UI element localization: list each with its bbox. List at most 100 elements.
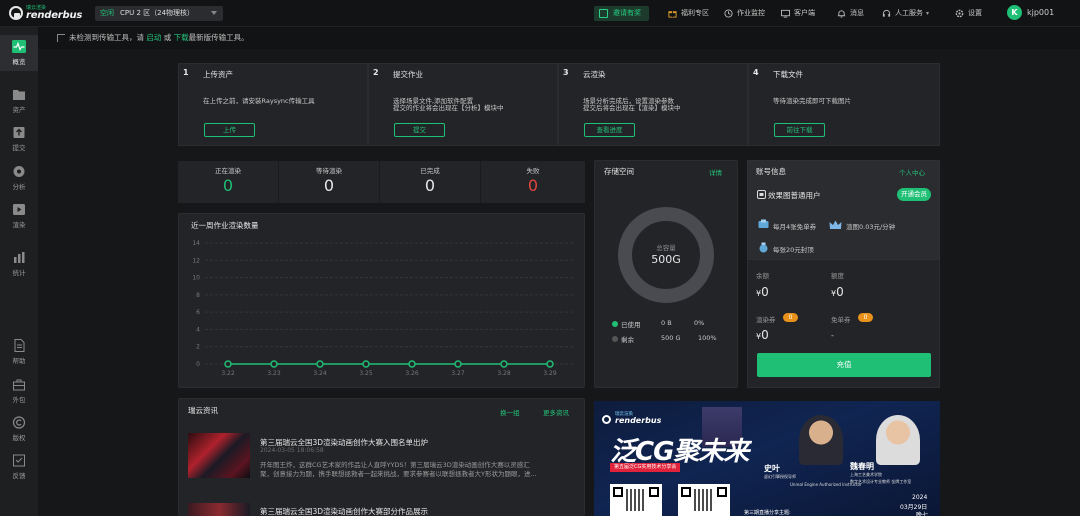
nav-welfare[interactable]: 福利专区 xyxy=(668,8,709,19)
chart-data-point[interactable] xyxy=(408,360,416,368)
chart-x-tick-label: 3.22 xyxy=(221,370,235,377)
nav-client-label: 客户端 xyxy=(794,9,815,17)
balance-amount: ¥0 xyxy=(756,285,769,299)
client-icon xyxy=(781,9,790,18)
news-more-link[interactable]: 更多资讯 xyxy=(543,407,569,417)
news-item-title[interactable]: 第三届瑞云全国3D渲染动画创作大赛部分作品展示 xyxy=(260,506,428,516)
chart-x-tick-label: 3.23 xyxy=(267,370,281,377)
chart-x-tick-label: 3.28 xyxy=(497,370,511,377)
free-legend-dot xyxy=(612,336,618,342)
chart-data-point[interactable] xyxy=(270,360,278,368)
free-coupon-label: 免单券 xyxy=(831,316,851,324)
gift-icon xyxy=(599,9,608,18)
stat-label: 等待渲染 xyxy=(316,167,342,175)
nav-job-monitor[interactable]: 作业监控 xyxy=(724,8,765,19)
headset-icon xyxy=(882,9,891,17)
render-coupon-label: 渲染券 xyxy=(756,316,776,324)
sidebar-item-overview[interactable]: 概览 xyxy=(0,35,38,71)
chart-x-tick-label: 3.25 xyxy=(359,370,373,377)
bar-chart-icon xyxy=(14,252,25,263)
view-progress-button[interactable]: 查看进度 xyxy=(584,123,635,137)
submit-button[interactable]: 提交 xyxy=(394,123,445,137)
donut-label: 总容量 xyxy=(656,244,676,252)
crown-icon xyxy=(829,220,842,229)
upload-button[interactable]: 上传 xyxy=(204,123,255,137)
recharge-button[interactable]: 充值 xyxy=(757,353,931,377)
step-description: 提交的作业将会出现在【分析】模块中 xyxy=(393,104,504,112)
sidebar: 概览 资产 提交 分析 渲染 统计 帮助 外包 版权 反馈 xyxy=(0,27,38,516)
sidebar-item-feedback[interactable]: 反馈 xyxy=(0,449,38,485)
chart-data-point[interactable] xyxy=(546,360,554,368)
chart-data-point[interactable] xyxy=(362,360,370,368)
qr-code-1 xyxy=(610,484,662,516)
notice-text-pre: 未检测到传输工具，请 xyxy=(69,33,144,42)
speaker-photo-2 xyxy=(876,415,920,465)
chart-data-point[interactable] xyxy=(500,360,508,368)
stat-completed[interactable]: 已完成 0 xyxy=(380,161,481,203)
upload-icon xyxy=(13,127,25,138)
stat-failed[interactable]: 失败 0 xyxy=(481,161,585,203)
chart-data-point[interactable] xyxy=(316,360,324,368)
free-label: 剩余 xyxy=(621,336,634,344)
nav-settings[interactable]: 设置 xyxy=(955,8,982,19)
transfer-icon xyxy=(57,34,65,42)
bell-icon xyxy=(837,10,846,18)
nav-support[interactable]: 人工服务 ▾ xyxy=(882,8,929,19)
chart-data-point[interactable] xyxy=(224,360,232,368)
news-refresh-link[interactable]: 换一组 xyxy=(500,407,520,417)
quota-value: 0 xyxy=(836,285,844,299)
sidebar-item-label: 外包 xyxy=(12,396,26,404)
sidebar-item-copyright[interactable]: 版权 xyxy=(0,411,38,447)
stat-value: 0 xyxy=(222,176,234,195)
sidebar-item-analysis[interactable]: 分析 xyxy=(0,160,38,196)
avatar[interactable]: K xyxy=(1007,5,1022,20)
news-title: 瑞云资讯 xyxy=(188,406,218,415)
banner-footer: 第三期直播分享主题: xyxy=(744,510,791,516)
renderbus-logo[interactable]: 瑞云渲染 renderbus xyxy=(9,4,82,23)
copyright-icon xyxy=(12,416,26,429)
monitor-icon xyxy=(724,9,733,18)
go-download-button[interactable]: 前往下载 xyxy=(774,123,825,137)
notice-download-link[interactable]: 下载 xyxy=(174,33,189,42)
sidebar-item-assets[interactable]: 资产 xyxy=(0,83,38,119)
storage-detail-link[interactable]: 详情 xyxy=(709,167,722,177)
username[interactable]: kjp001 xyxy=(1027,8,1054,17)
news-thumbnail[interactable] xyxy=(188,503,250,516)
invite-reward-button[interactable]: 邀请有奖 xyxy=(594,6,649,21)
chart-y-tick-label: 8 xyxy=(196,292,200,299)
nav-messages-label: 消息 xyxy=(850,9,864,17)
chart-x-tick-label: 3.24 xyxy=(313,370,327,377)
personal-center-link[interactable]: 个人中心 xyxy=(899,167,925,177)
nav-client[interactable]: 客户端 xyxy=(781,8,815,19)
chart-x-tick-label: 3.29 xyxy=(543,370,557,377)
speaker-2-school: 上海工艺美术学院 xyxy=(850,472,882,477)
sidebar-item-help[interactable]: 帮助 xyxy=(0,334,38,370)
step-title: 云渲染 xyxy=(583,70,606,79)
chart-y-tick-label: 0 xyxy=(196,361,200,368)
news-thumbnail[interactable] xyxy=(188,433,250,478)
free-percent: 100% xyxy=(698,334,717,342)
logo-icon xyxy=(9,6,23,20)
sidebar-item-label: 统计 xyxy=(12,269,26,277)
banner-logo-icon xyxy=(602,415,611,424)
stat-label: 失败 xyxy=(526,167,540,175)
render-zone-selector[interactable]: 空闲 CPU 2 区（24物理核） xyxy=(95,6,223,21)
nav-settings-label: 设置 xyxy=(968,9,982,17)
free-coupon-value: - xyxy=(831,331,834,340)
step-cloud-render: 3 云渲染 场景分析完成后，设置渲染参数 提交后将会出现在【渲染】模块中 查看进… xyxy=(558,63,748,146)
open-vip-button[interactable]: 开通会员 xyxy=(897,188,931,201)
event-banner[interactable]: 瑞云渲染 renderbus 泛CG聚未来 第五届泛CG实用技术分享会 史叶 虚… xyxy=(594,401,940,516)
chart-data-point[interactable] xyxy=(454,360,462,368)
sidebar-item-label: 版权 xyxy=(12,434,26,442)
sidebar-item-render[interactable]: 渲染 xyxy=(0,198,38,234)
stat-value: 0 xyxy=(424,176,436,195)
sidebar-item-statistics[interactable]: 统计 xyxy=(0,246,38,282)
sidebar-item-submit[interactable]: 提交 xyxy=(0,121,38,157)
stat-waiting[interactable]: 等待渲染 0 xyxy=(279,161,380,203)
nav-messages[interactable]: 消息 xyxy=(837,8,864,19)
step-number: 2 xyxy=(373,68,379,77)
used-percent: 0% xyxy=(694,319,705,327)
notice-start-link[interactable]: 启动 xyxy=(146,33,161,42)
sidebar-item-outsource[interactable]: 外包 xyxy=(0,373,38,409)
stat-rendering[interactable]: 正在渲染 0 xyxy=(178,161,279,203)
